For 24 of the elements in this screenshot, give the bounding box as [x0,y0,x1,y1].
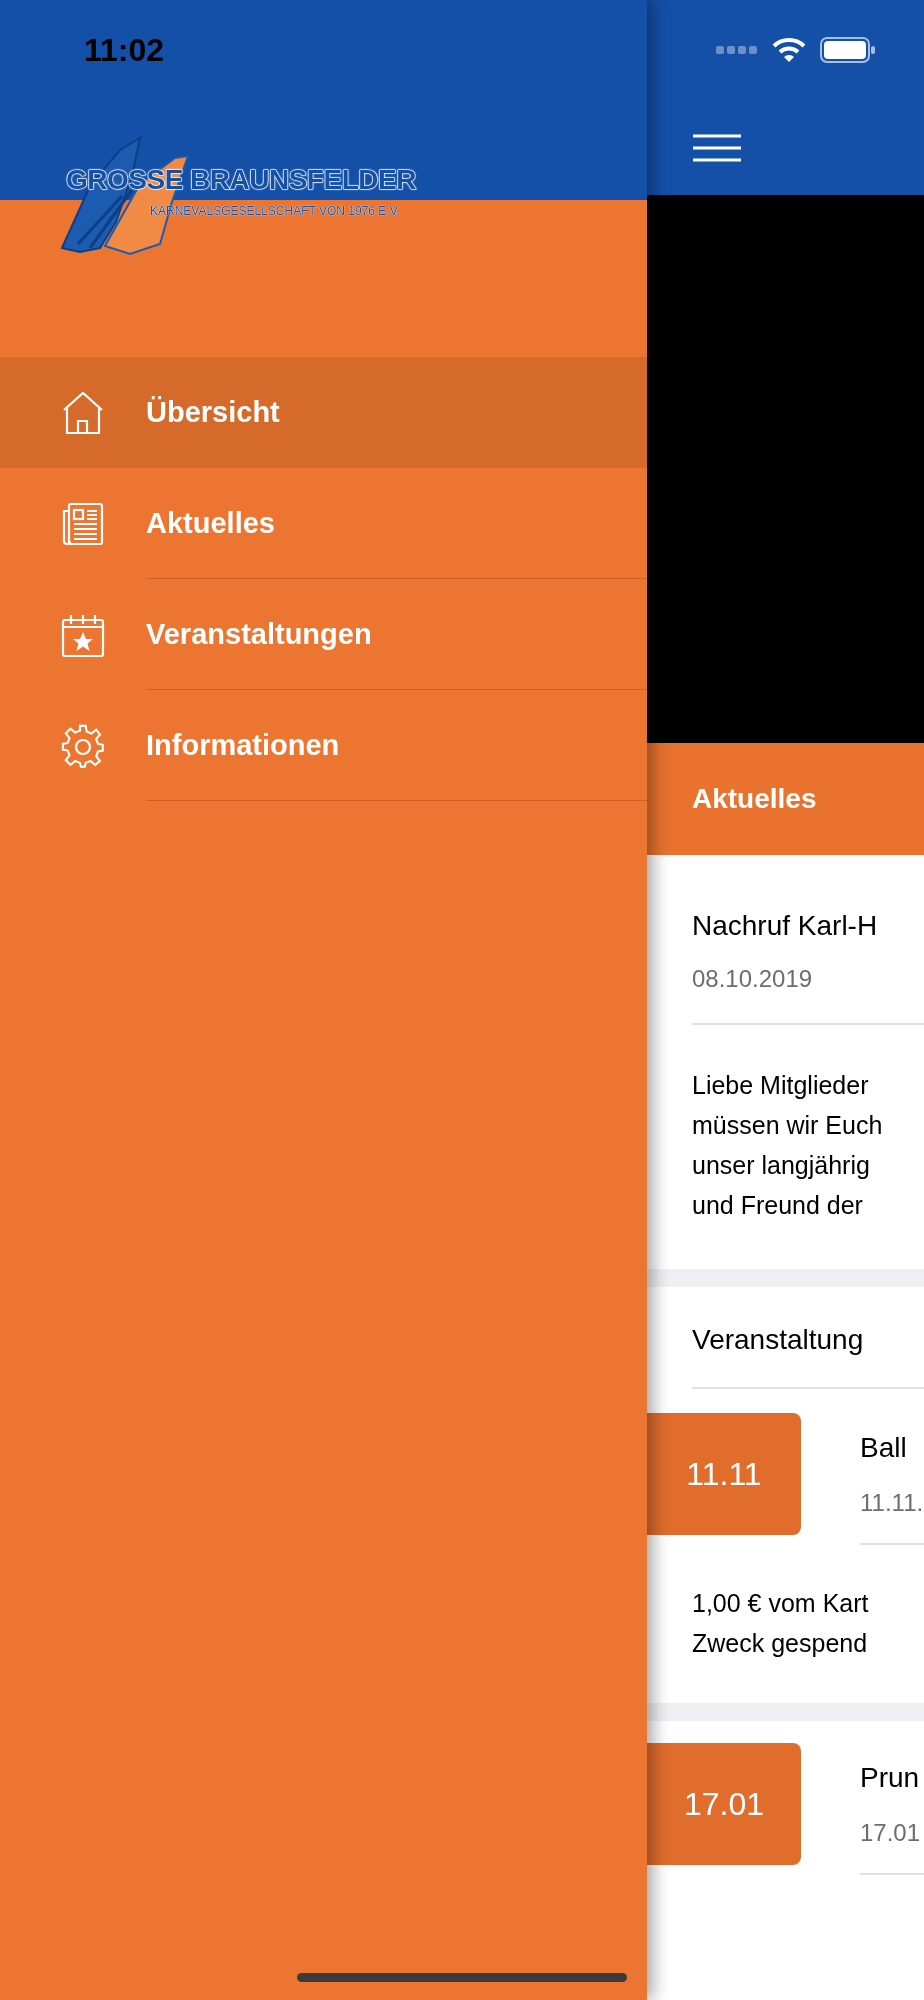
news-date: 08.10.2019 [692,964,814,994]
event-text: 1,00 € vom Kart Zweck gespend [691,1588,870,1659]
date-badge: 17.01 [647,1743,801,1865]
newspaper-icon [61,500,105,547]
home-icon [61,389,105,436]
menu-item[interactable]: Übersicht [0,357,647,468]
menu-icon[interactable] [693,132,741,163]
event-date: 17.01 [860,1818,922,1848]
menu-item[interactable]: Aktuelles [0,468,647,579]
news-text: Liebe Mitglieder müssen wir Euch unser langjährig und Freund der [692,1070,884,1221]
battery-icon [820,37,876,63]
events-title: Veranstaltung [692,1323,865,1357]
signal-icon [716,45,758,55]
wifi-icon [772,37,806,63]
news-title[interactable]: Nachruf Karl-H [692,855,924,947]
event-title[interactable]: Ball [860,1413,924,1469]
status-time: 11:02 [83,31,166,70]
date-badge: 11.11 [647,1413,801,1535]
menu-item[interactable]: Informationen [0,690,647,801]
event-date: 11.11. [860,1488,924,1518]
menu-item[interactable]: Veranstaltungen [0,579,647,690]
settings-icon [61,722,105,769]
section-header: Aktuelles [647,743,924,855]
event-title[interactable]: Prun [860,1743,924,1799]
